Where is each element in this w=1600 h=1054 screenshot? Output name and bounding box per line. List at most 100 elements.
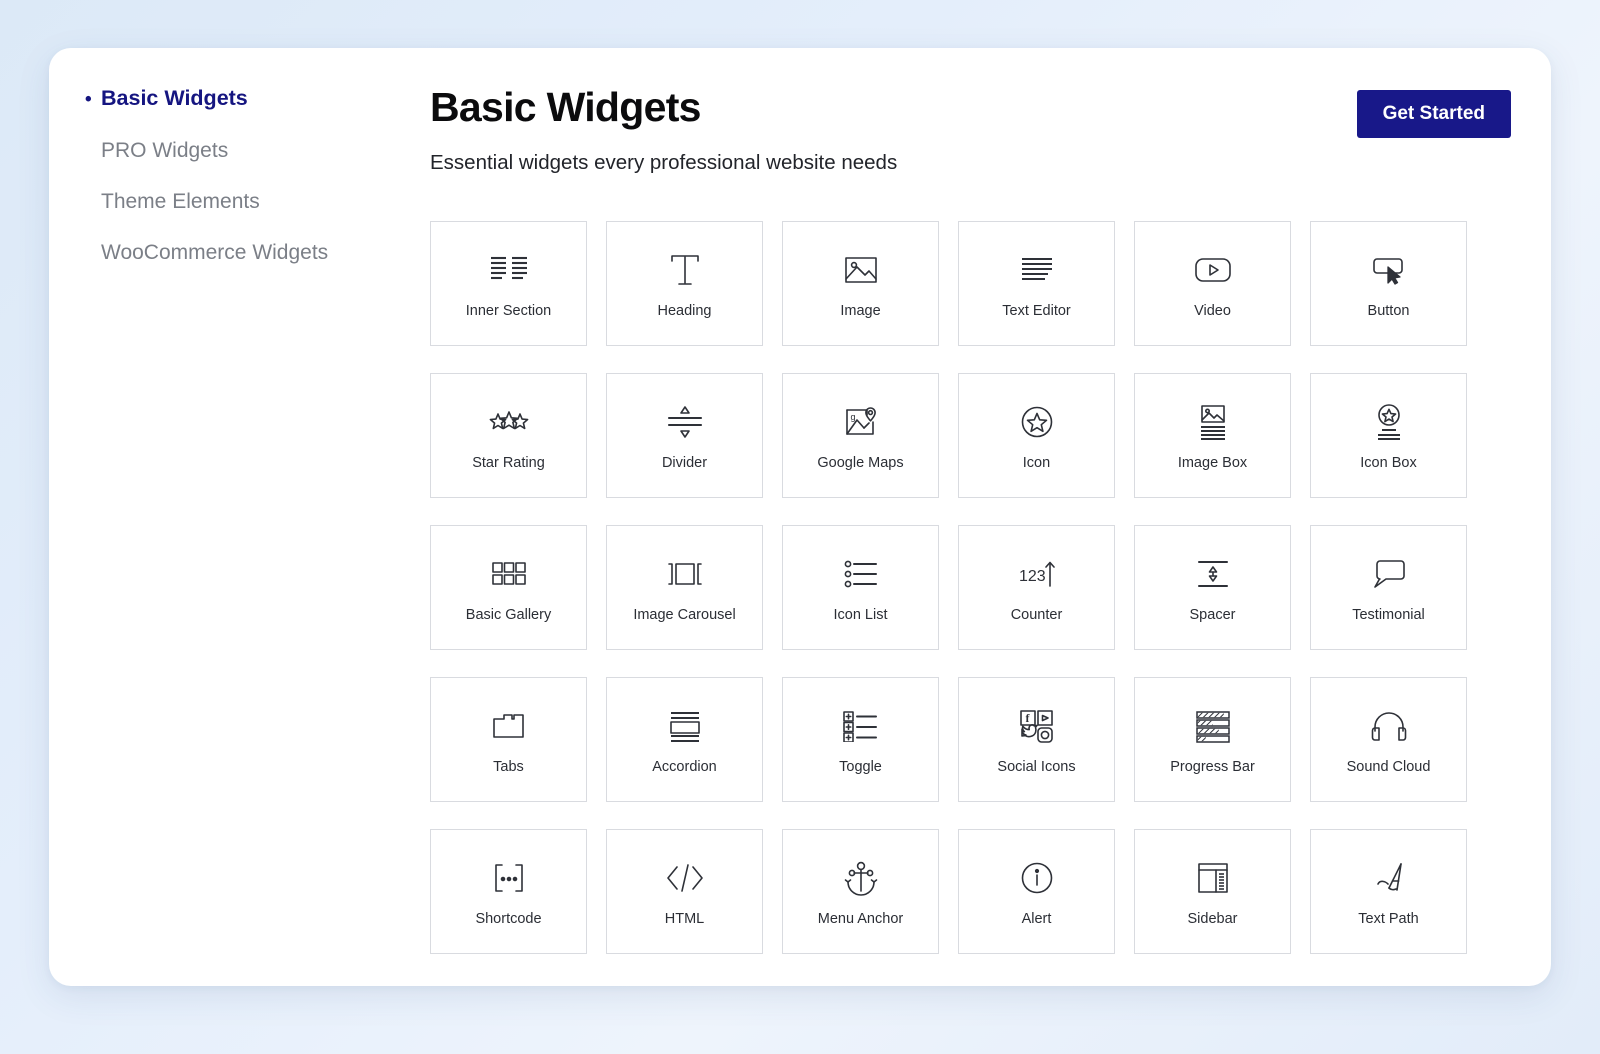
star-rating-icon	[488, 399, 530, 445]
sidebar-item-label: PRO Widgets	[101, 138, 229, 162]
widget-label: Heading	[657, 302, 712, 319]
widget-label: Inner Section	[465, 302, 552, 319]
accordion-icon	[666, 703, 704, 749]
google-maps-icon: g	[843, 399, 879, 445]
main-panel: •Basic Widgets•PRO Widgets•Theme Element…	[49, 48, 1551, 986]
widget-card[interactable]: Text Editor	[958, 221, 1115, 346]
counter-icon: 123	[1016, 551, 1058, 597]
widget-card[interactable]: HTML	[606, 829, 763, 954]
widget-card[interactable]: Shortcode	[430, 829, 587, 954]
spacer-icon	[1194, 551, 1232, 597]
shortcode-icon	[489, 855, 529, 901]
content-header: Basic Widgets Essential widgets every pr…	[430, 84, 1511, 204]
progress-bar-icon	[1194, 703, 1232, 749]
text-path-icon	[1370, 855, 1408, 901]
alert-icon	[1019, 855, 1055, 901]
widget-label: Progress Bar	[1170, 758, 1255, 775]
social-icons-icon: f	[1018, 703, 1056, 749]
menu-anchor-icon	[844, 855, 878, 901]
widget-card[interactable]: Star Rating	[430, 373, 587, 498]
widget-label: Video	[1194, 302, 1231, 319]
page-title: Basic Widgets	[430, 84, 701, 130]
widget-card[interactable]: Testimonial	[1310, 525, 1467, 650]
divider-icon	[666, 399, 704, 445]
widget-card[interactable]: Image	[782, 221, 939, 346]
sidebar-icon	[1195, 855, 1231, 901]
widget-card[interactable]: Video	[1134, 221, 1291, 346]
sidebar-item-label: Theme Elements	[101, 189, 260, 213]
widget-card[interactable]: Toggle	[782, 677, 939, 802]
basic-gallery-icon	[490, 551, 528, 597]
image-carousel-icon	[664, 551, 706, 597]
widget-card[interactable]: Progress Bar	[1134, 677, 1291, 802]
widget-card[interactable]: f Social Icons	[958, 677, 1115, 802]
widget-label: Icon List	[833, 606, 888, 623]
sidebar-nav: •Basic Widgets•PRO Widgets•Theme Element…	[49, 48, 394, 986]
widget-card[interactable]: Spacer	[1134, 525, 1291, 650]
icon-box-icon	[1371, 399, 1407, 445]
get-started-button[interactable]: Get Started	[1356, 90, 1511, 138]
widget-card[interactable]: g Google Maps	[782, 373, 939, 498]
widget-label: Shortcode	[475, 910, 542, 927]
sidebar-bullet-icon: •	[85, 141, 101, 160]
image-box-icon	[1195, 399, 1231, 445]
sidebar-item-woocommerce-widgets[interactable]: •WooCommerce Widgets	[85, 239, 394, 265]
widget-label: Image	[840, 302, 881, 319]
widget-card[interactable]: Image Box	[1134, 373, 1291, 498]
sidebar-bullet-icon: •	[85, 192, 101, 211]
html-icon	[664, 855, 706, 901]
widget-label: Testimonial	[1352, 606, 1425, 623]
widget-card[interactable]: Tabs	[430, 677, 587, 802]
svg-text:g: g	[850, 412, 855, 422]
widget-label: Spacer	[1189, 606, 1236, 623]
widget-label: Text Path	[1358, 910, 1419, 927]
widget-card[interactable]: Text Path	[1310, 829, 1467, 954]
button-icon	[1370, 247, 1408, 293]
widget-card[interactable]: Image Carousel	[606, 525, 763, 650]
sound-cloud-icon	[1370, 703, 1408, 749]
heading-icon	[668, 247, 702, 293]
text-editor-icon	[1018, 247, 1056, 293]
page-subtitle: Essential widgets every professional web…	[430, 151, 898, 175]
widget-card[interactable]: Icon	[958, 373, 1115, 498]
widget-label: Divider	[661, 454, 708, 471]
sidebar-item-label: Basic Widgets	[101, 86, 248, 111]
widget-label: Icon Box	[1360, 454, 1417, 471]
widget-card[interactable]: Inner Section	[430, 221, 587, 346]
widget-label: Icon	[1022, 454, 1051, 471]
sidebar-item-theme-elements[interactable]: •Theme Elements	[85, 188, 394, 214]
widget-label: Social Icons	[997, 758, 1076, 775]
widget-label: Toggle	[839, 758, 882, 775]
widget-card[interactable]: Sidebar	[1134, 829, 1291, 954]
svg-text:123: 123	[1019, 568, 1046, 585]
content-area: Basic Widgets Essential widgets every pr…	[394, 48, 1551, 986]
widget-card[interactable]: Icon Box	[1310, 373, 1467, 498]
sidebar-bullet-icon: •	[85, 243, 101, 262]
widget-card[interactable]: Icon List	[782, 525, 939, 650]
sidebar-item-pro-widgets[interactable]: •PRO Widgets	[85, 137, 394, 163]
widget-grid: Inner Section Heading Image Text Editor …	[430, 221, 1511, 954]
widget-card[interactable]: Basic Gallery	[430, 525, 587, 650]
video-icon	[1193, 247, 1233, 293]
testimonial-icon	[1370, 551, 1408, 597]
svg-text:f: f	[1025, 711, 1030, 725]
widget-label: Basic Gallery	[465, 606, 552, 623]
widget-card[interactable]: Menu Anchor	[782, 829, 939, 954]
widget-card[interactable]: 123 Counter	[958, 525, 1115, 650]
sidebar-bullet-icon: •	[85, 88, 92, 110]
sidebar-item-basic-widgets[interactable]: • Basic Widgets	[85, 86, 394, 112]
widget-card[interactable]: Sound Cloud	[1310, 677, 1467, 802]
widget-card[interactable]: Alert	[958, 829, 1115, 954]
widget-label: Image Carousel	[633, 606, 736, 623]
widget-card[interactable]: Button	[1310, 221, 1467, 346]
widget-label: Star Rating	[472, 454, 545, 471]
tabs-icon	[490, 703, 528, 749]
widget-label: Accordion	[652, 758, 717, 775]
toggle-icon	[842, 703, 880, 749]
image-icon	[843, 247, 879, 293]
widget-card[interactable]: Accordion	[606, 677, 763, 802]
widget-label: HTML	[664, 910, 705, 927]
widget-card[interactable]: Divider	[606, 373, 763, 498]
widget-label: Menu Anchor	[817, 910, 904, 927]
widget-card[interactable]: Heading	[606, 221, 763, 346]
